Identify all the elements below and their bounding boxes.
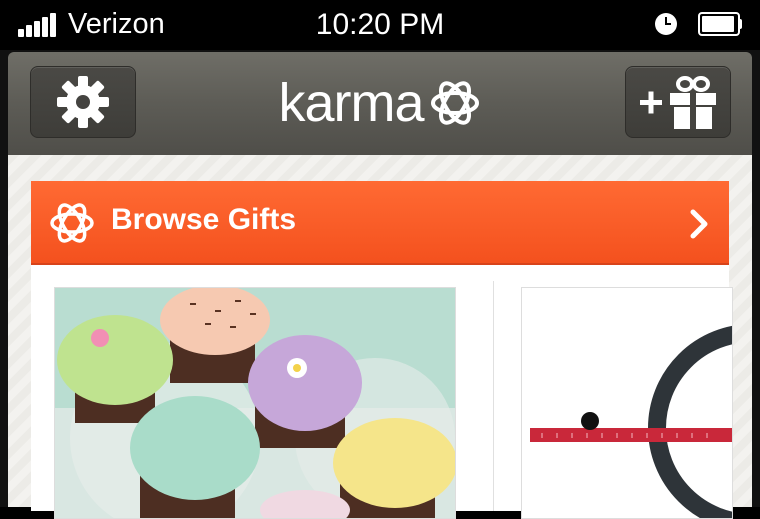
card-divider xyxy=(493,281,494,511)
add-gift-button[interactable] xyxy=(625,66,731,138)
browse-gifts-label: Browse Gifts xyxy=(111,203,297,236)
battery-icon xyxy=(698,12,742,36)
status-time: 10:20 PM xyxy=(315,8,445,41)
nav-bar: karma xyxy=(8,52,752,157)
chevron-right-icon xyxy=(690,209,708,239)
gift-panel: Browse Gifts xyxy=(31,181,733,519)
alarm-clock-icon xyxy=(655,13,677,35)
gift-card[interactable] xyxy=(54,287,456,519)
add-gift-icon xyxy=(640,76,716,129)
logo-text: karma xyxy=(278,73,424,133)
gift-card[interactable] xyxy=(521,287,733,519)
status-bar: Verizon 10:20 PM xyxy=(0,0,760,50)
karma-flower-icon xyxy=(430,81,479,125)
ruler-frame-image xyxy=(522,288,732,518)
cupcakes-image xyxy=(55,288,455,518)
karma-flower-icon xyxy=(50,203,94,243)
content-area: Browse Gifts xyxy=(8,155,752,519)
browse-gifts-button[interactable]: Browse Gifts xyxy=(31,181,729,265)
